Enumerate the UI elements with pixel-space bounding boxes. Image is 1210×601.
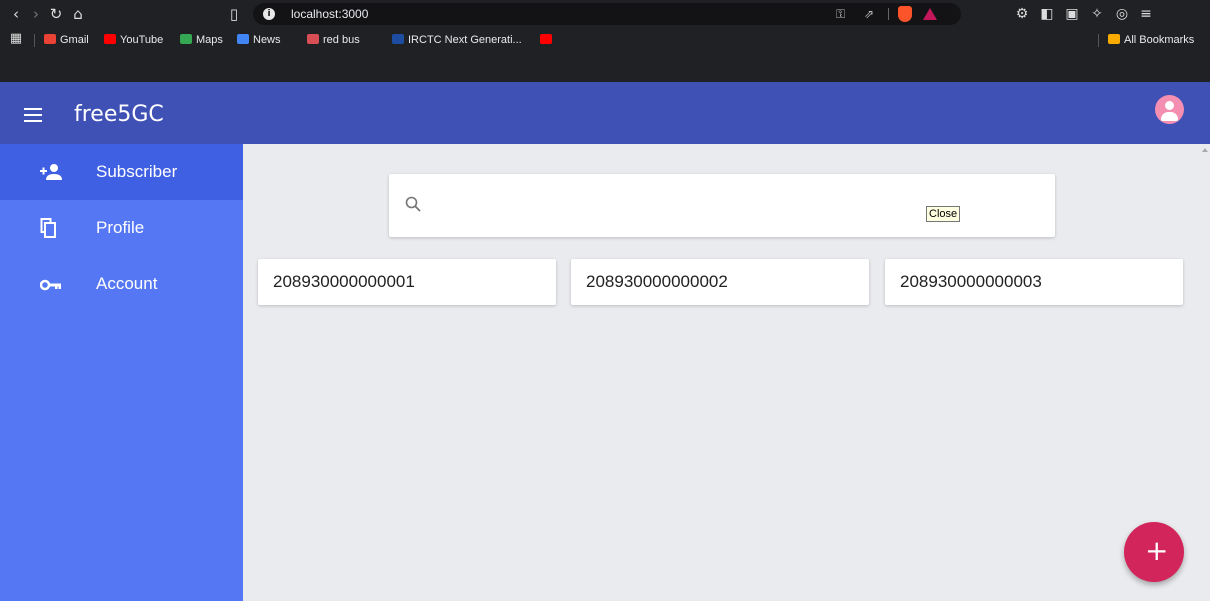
- copy-icon: [40, 218, 56, 238]
- bookmark-label: YouTube: [120, 34, 164, 46]
- all-bookmarks-folder[interactable]: All Bookmarks: [1108, 32, 1194, 48]
- app-title: free5GC: [74, 102, 164, 127]
- sidebar-toggle-icon[interactable]: ◧: [1037, 4, 1057, 24]
- add-subscriber-button[interactable]: +: [1124, 522, 1184, 582]
- subscriber-id: 208930000000002: [586, 272, 728, 291]
- key-password-icon[interactable]: ⚿: [836, 6, 845, 22]
- site-info-icon[interactable]: i: [263, 8, 275, 20]
- bookmark-label: Maps: [196, 34, 223, 46]
- scrollbar[interactable]: [1200, 144, 1210, 601]
- browser-chrome: ‹ › ↻ ⌂ ▯ i localhost:3000 ⚿ ⇗ ⚙ ◧ ▣ ✧ ◎…: [0, 0, 1210, 52]
- person-add-icon: [40, 164, 62, 180]
- url-divider: [888, 8, 889, 20]
- address-bar[interactable]: i localhost:3000 ⚿ ⇗: [253, 3, 961, 25]
- bookmark-divider: [1098, 34, 1099, 47]
- sidebar-item-label: Account: [96, 274, 158, 293]
- wallet-icon[interactable]: ▣: [1062, 4, 1082, 24]
- browser-toolbar: ‹ › ↻ ⌂ ▯ i localhost:3000 ⚿ ⇗ ⚙ ◧ ▣ ✧ ◎…: [0, 0, 1210, 28]
- youtube-icon: [104, 34, 116, 44]
- forward-icon[interactable]: ›: [26, 4, 46, 24]
- maps-icon: [180, 34, 192, 44]
- search-input[interactable]: [437, 190, 917, 220]
- irctc-icon: [392, 34, 404, 44]
- search-icon: [405, 196, 421, 212]
- close-tooltip: Close: [926, 206, 961, 222]
- menu-icon[interactable]: [24, 108, 42, 122]
- bookmarks-bar: ▦ Gmail YouTube Maps News red bus IRCTC …: [0, 28, 1210, 52]
- folder-icon: [1108, 34, 1120, 44]
- account-avatar-icon[interactable]: [1155, 95, 1184, 124]
- gmail-icon: [44, 34, 56, 44]
- share-icon[interactable]: ⇗: [864, 6, 874, 22]
- browser-menu-icon[interactable]: ≡: [1136, 4, 1156, 24]
- leo-icon[interactable]: ✧: [1087, 4, 1107, 24]
- subscriber-card[interactable]: 208930000000002: [571, 259, 869, 305]
- bookmark-youtube-video[interactable]: [540, 32, 556, 48]
- brave-rewards-icon[interactable]: [923, 8, 937, 20]
- redbus-icon: [307, 34, 319, 44]
- bookmark-irctc[interactable]: IRCTC Next Generati...: [392, 32, 522, 48]
- bookmark-label: All Bookmarks: [1124, 34, 1195, 46]
- bookmark-maps[interactable]: Maps: [180, 32, 223, 48]
- subscriber-id: 208930000000003: [900, 272, 1042, 291]
- brave-shield-icon[interactable]: [898, 6, 912, 22]
- back-icon[interactable]: ‹: [6, 4, 26, 24]
- news-icon: [237, 34, 249, 44]
- sidebar: Subscriber Profile Account: [0, 144, 243, 601]
- sidebar-item-label: Subscriber: [96, 162, 178, 181]
- bookmark-gmail[interactable]: Gmail: [44, 32, 89, 48]
- extensions-icon[interactable]: ⚙: [1012, 4, 1032, 24]
- bookmark-redbus[interactable]: red bus: [307, 32, 360, 48]
- vpn-icon[interactable]: ◎: [1112, 4, 1132, 24]
- reload-icon[interactable]: ↻: [46, 4, 66, 24]
- sidebar-item-account[interactable]: Account: [0, 256, 243, 312]
- bookmark-youtube[interactable]: YouTube: [104, 32, 163, 48]
- bookmark-label: red bus: [323, 34, 360, 46]
- youtube-icon: [540, 34, 552, 44]
- sidebar-item-label: Profile: [96, 218, 145, 237]
- search-bar: Close: [389, 174, 1055, 237]
- plus-icon: +: [1145, 534, 1169, 567]
- subscriber-card[interactable]: 208930000000001: [258, 259, 556, 305]
- bookmark-divider: [34, 34, 35, 47]
- apps-grid-icon[interactable]: ▦: [6, 29, 26, 49]
- bookmark-page-icon[interactable]: ▯: [224, 4, 244, 24]
- bookmark-label: Gmail: [60, 34, 89, 46]
- sidebar-item-subscriber[interactable]: Subscriber: [0, 144, 243, 200]
- key-icon: [40, 279, 61, 291]
- scroll-up-icon[interactable]: [1202, 148, 1208, 152]
- app-header: free5GC: [0, 82, 1210, 144]
- subscriber-card[interactable]: 208930000000003: [885, 259, 1183, 305]
- sidebar-item-profile[interactable]: Profile: [0, 200, 243, 256]
- bookmark-label: IRCTC Next Generati...: [408, 34, 522, 46]
- bookmark-news[interactable]: News: [237, 32, 281, 48]
- subscriber-id: 208930000000001: [273, 272, 415, 291]
- bookmark-label: News: [253, 34, 281, 46]
- home-icon[interactable]: ⌂: [68, 4, 88, 24]
- url-text[interactable]: localhost:3000: [291, 6, 368, 22]
